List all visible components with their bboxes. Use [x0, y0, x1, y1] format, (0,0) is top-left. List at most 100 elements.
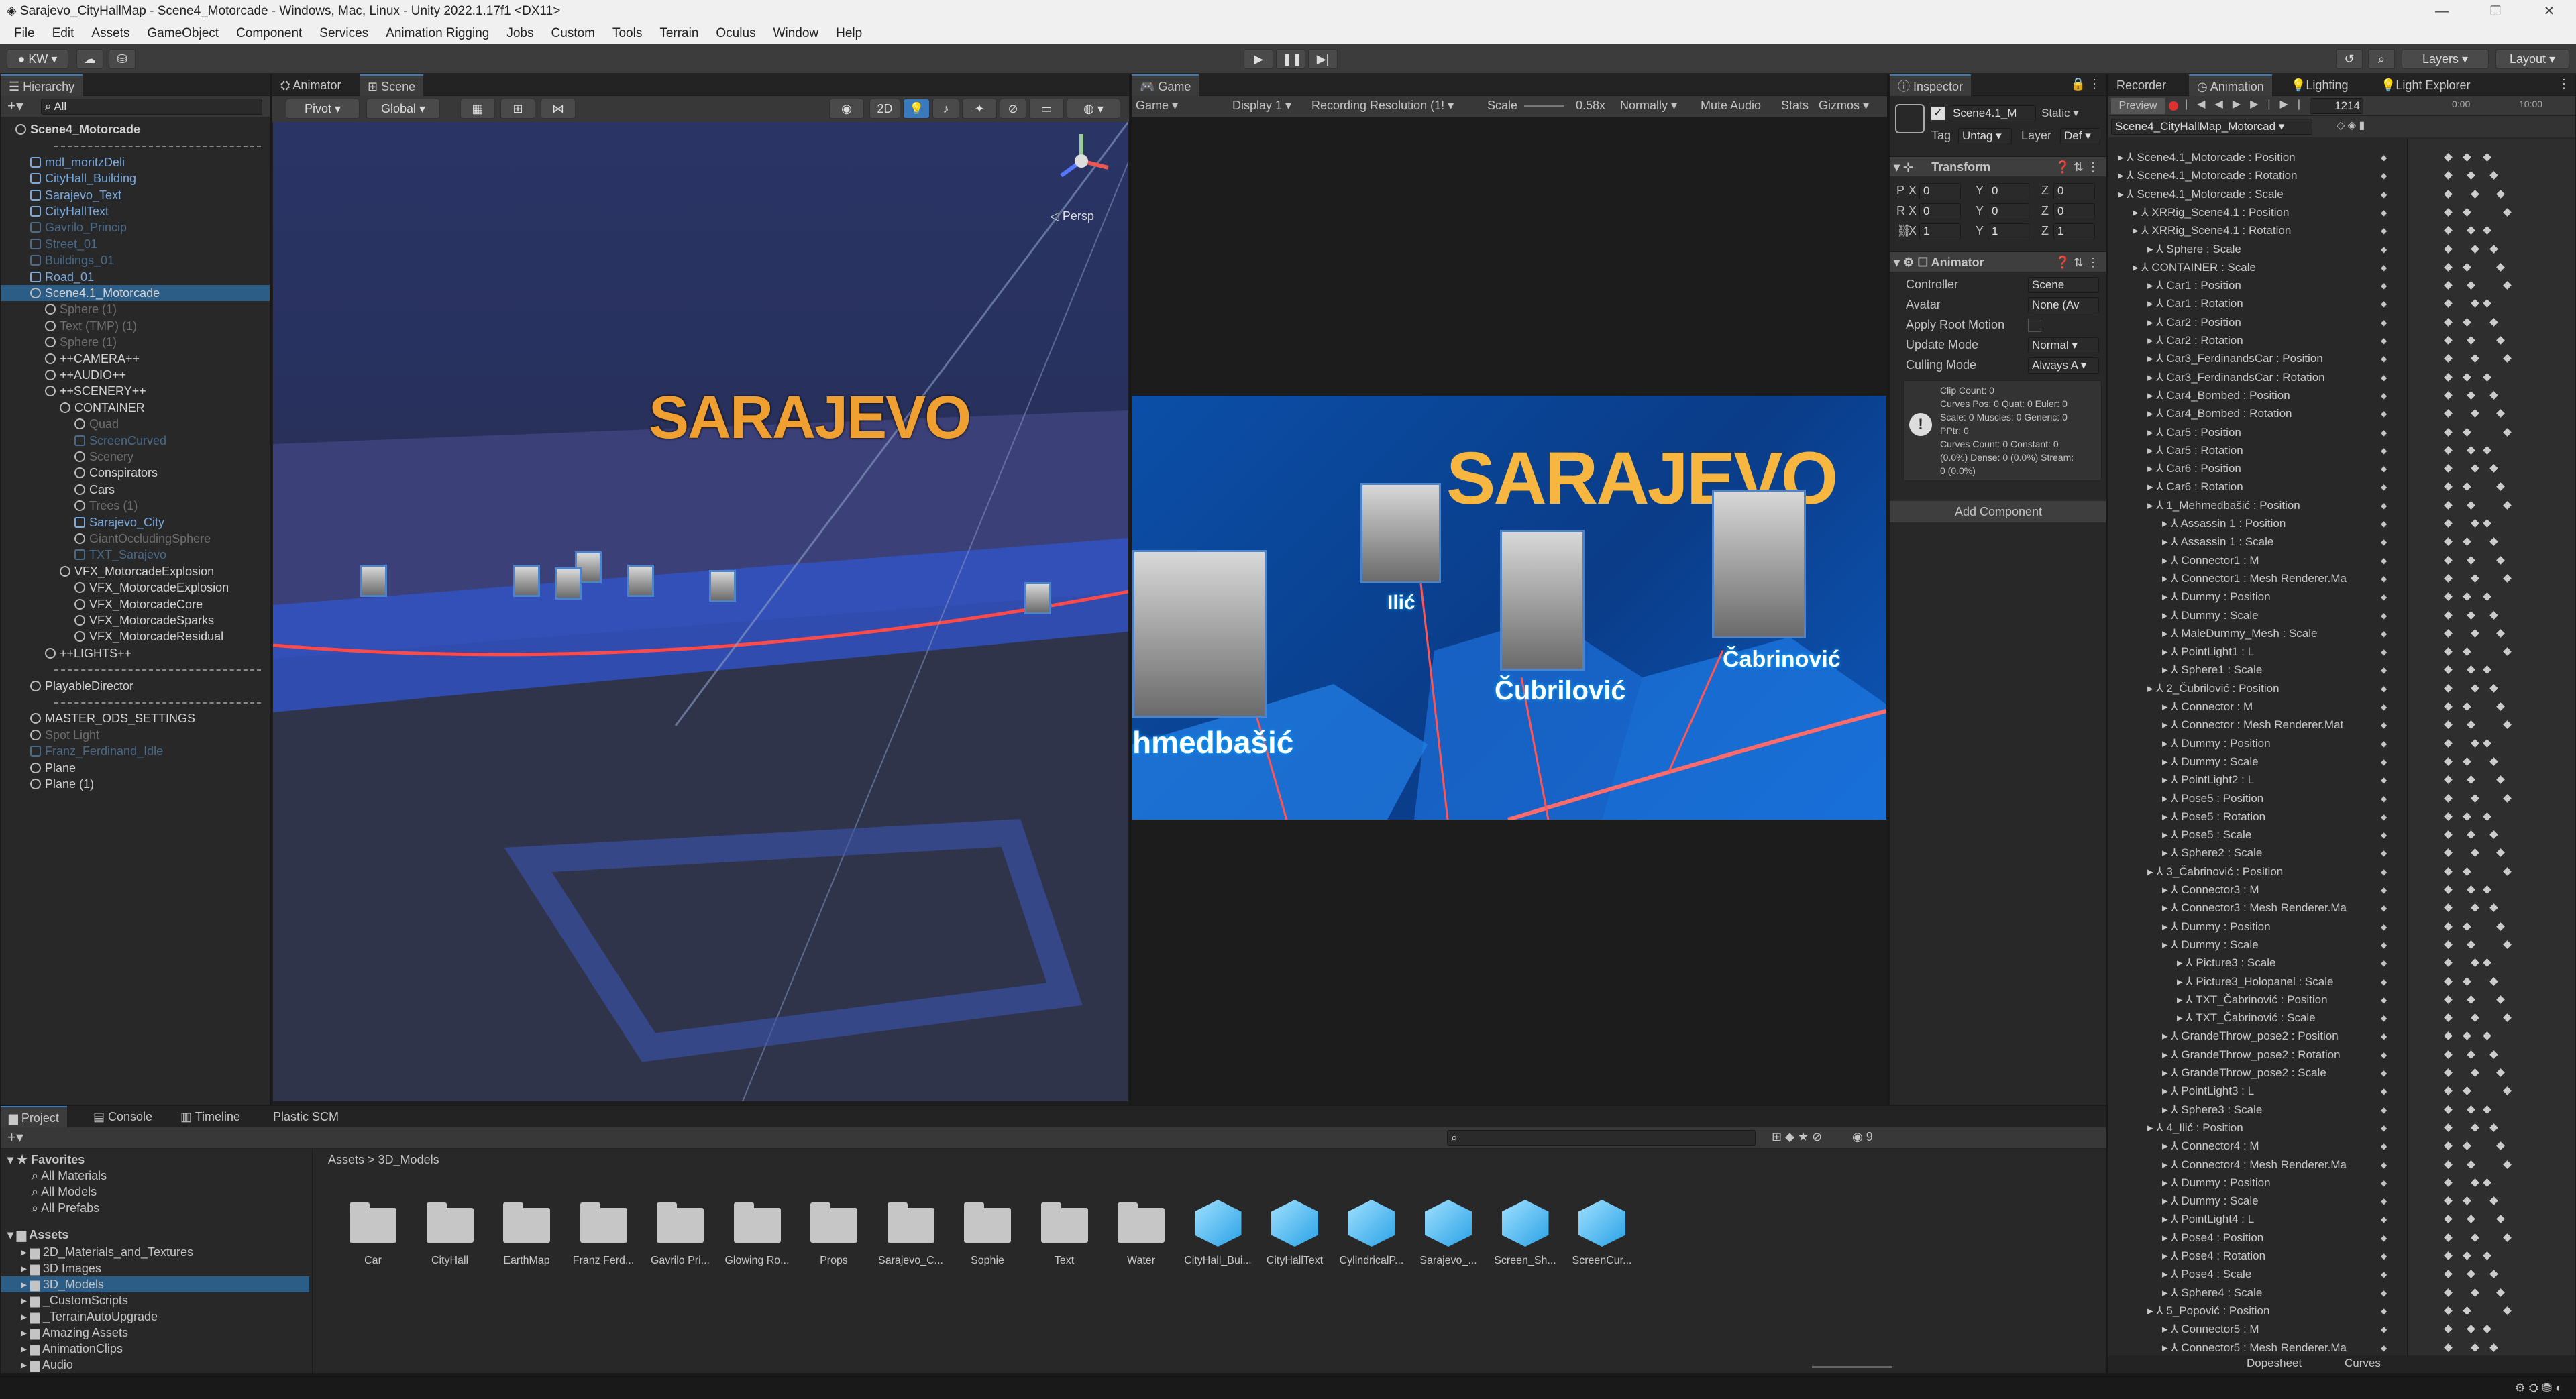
hierarchy-item[interactable]: VFX_MotorcadeCore [1, 596, 270, 612]
menu-help[interactable]: Help [827, 23, 871, 44]
keyframe-marker[interactable] [2444, 720, 2453, 730]
keyframe-marker[interactable] [2471, 683, 2479, 693]
add-keyframe-icon[interactable]: ◆ [2381, 1160, 2387, 1170]
add-keyframe-icon[interactable]: ◆ [2381, 574, 2387, 583]
keyframe-marker[interactable] [2496, 262, 2505, 272]
project-asset[interactable]: Sarajevo_... [1411, 1180, 1485, 1287]
keyframe-marker[interactable] [2444, 208, 2453, 217]
keyframe-marker[interactable] [2444, 244, 2453, 254]
filter-icons[interactable]: ⊞ ◆ ★ ⊘ [1772, 1130, 1822, 1144]
keyframe-marker[interactable] [2444, 940, 2453, 949]
asset-folder[interactable]: ▸ ▆ Audio [1, 1357, 309, 1373]
lighting-icon[interactable]: 💡 [903, 99, 930, 119]
keyframe-marker[interactable] [2463, 372, 2471, 382]
keyframe-marker[interactable] [2444, 812, 2453, 821]
keyframe-marker[interactable] [2444, 1343, 2453, 1352]
keyframe-marker[interactable] [2444, 336, 2453, 345]
add-keyframe-icon[interactable]: ◆ [2381, 1288, 2387, 1298]
kebab-menu-icon[interactable]: ⋮ [2558, 77, 2570, 91]
add-keyframe-icon[interactable]: ◆ [2381, 1013, 2387, 1023]
tab-timeline[interactable]: ▥ Timeline [172, 1106, 248, 1127]
keyframe-marker[interactable] [2489, 171, 2498, 180]
keyframe-marker[interactable] [2444, 738, 2453, 748]
asset-folder[interactable]: ▸ ▆ Amazing Assets [1, 1325, 309, 1341]
pause-button[interactable]: ❚❚ [1276, 49, 1305, 69]
keyframe-marker[interactable] [2467, 1160, 2475, 1169]
keyframe-marker[interactable] [2496, 189, 2505, 199]
keyframe-marker[interactable] [2467, 391, 2475, 400]
project-asset[interactable]: Screen_Sh... [1489, 1180, 1562, 1287]
culling-mode-dropdown[interactable]: Always A ▾ [2028, 357, 2099, 374]
keyframe-marker[interactable] [2489, 683, 2498, 693]
keyframe-marker[interactable] [2467, 1325, 2475, 1334]
add-keyframe-icon[interactable]: ◆ [2381, 391, 2387, 400]
keyframe-marker[interactable] [2483, 226, 2491, 235]
animation-track[interactable]: ▸ ⅄ Car6 : Position [2108, 459, 2404, 478]
add-keyframe-icon[interactable]: ◆ [2381, 336, 2387, 345]
animation-track[interactable]: ▸ ⅄ Connector4 : Mesh Renderer.Ma [2108, 1156, 2404, 1174]
layout-dropdown[interactable]: Layout ▾ [2496, 49, 2569, 69]
animation-track[interactable]: ▸ ⅄ Connector1 : Mesh Renderer.Ma [2108, 569, 2404, 587]
icon-size-slider[interactable] [1812, 1366, 1892, 1368]
tab-lighting[interactable]: 💡Lighting [2283, 74, 2356, 96]
active-checkbox[interactable]: ✓ [1931, 107, 1945, 120]
keyframe-marker[interactable] [2463, 1086, 2471, 1096]
add-keyframe-icon[interactable]: ◆ [2381, 1270, 2387, 1279]
draw-mode-icon[interactable]: ◉ [829, 99, 864, 119]
menu-edit[interactable]: Edit [44, 23, 83, 44]
project-asset[interactable]: Sophie [951, 1180, 1024, 1287]
keyframe-marker[interactable] [2503, 1160, 2512, 1169]
asset-folder[interactable]: ▸ ▆ 2D_Materials_and_Textures [1, 1244, 309, 1260]
keyframe-marker[interactable] [2503, 281, 2512, 290]
add-keyframe-icon[interactable]: ◆ [2381, 190, 2387, 199]
keyframe-marker[interactable] [2444, 409, 2453, 418]
keyframe-marker[interactable] [2463, 1141, 2471, 1151]
tab-console[interactable]: ▤ Console [85, 1106, 160, 1127]
keyframe-marker[interactable] [2489, 903, 2498, 913]
add-keyframe-icon[interactable]: ◆ [2381, 428, 2387, 437]
animation-track[interactable]: ▸ ⅄ Dummy : Position [2108, 1174, 2404, 1192]
add-keyframe-icon[interactable]: ◆ [2381, 1123, 2387, 1133]
hierarchy-item[interactable]: ScreenCurved [1, 433, 270, 449]
keyframe-marker[interactable] [2467, 885, 2475, 894]
keyframe-marker[interactable] [2444, 665, 2453, 675]
project-asset[interactable]: Water [1104, 1180, 1178, 1287]
add-keyframe-icon[interactable]: ◆ [2381, 263, 2387, 272]
keyframe-marker[interactable] [2489, 610, 2498, 620]
animation-track[interactable]: ▸ ⅄ Connector : Mesh Renderer.Mat [2108, 716, 2404, 734]
keyframe-marker[interactable] [2444, 866, 2453, 876]
keyframe-marker[interactable] [2463, 1196, 2471, 1205]
project-asset[interactable]: Sarajevo_C... [874, 1180, 948, 1287]
keyframe-marker[interactable] [2444, 1013, 2453, 1022]
play-focus-dropdown[interactable]: Normally ▾ [1620, 99, 1694, 113]
keyframe-marker[interactable] [2444, 500, 2453, 510]
keyframe-marker[interactable] [2463, 921, 2471, 931]
display-dropdown[interactable]: Display 1 ▾ [1232, 99, 1306, 113]
hierarchy-item[interactable]: Text (TMP) (1) [1, 318, 270, 334]
keyframe-marker[interactable] [2471, 1343, 2479, 1352]
favorite-item[interactable]: ⌕ All Prefabs [32, 1201, 99, 1215]
maximize-icon[interactable]: ☐ [2469, 0, 2522, 23]
menu-component[interactable]: Component [227, 23, 311, 44]
project-asset[interactable]: Franz Ferd... [567, 1180, 641, 1287]
animation-track[interactable]: ▸ ⅄ Dummy : Position [2108, 917, 2404, 936]
component-menu-icon[interactable]: ❓ ⇅ ⋮ [2055, 157, 2100, 177]
animation-track[interactable]: ▸ ⅄ CONTAINER : Scale [2108, 258, 2404, 276]
keyframe-marker[interactable] [2444, 830, 2453, 839]
keyframe-marker[interactable] [2471, 409, 2479, 418]
animation-track[interactable]: ▸ ⅄ Sphere3 : Scale [2108, 1101, 2404, 1119]
keyframe-marker[interactable] [2444, 1141, 2453, 1151]
tab-game[interactable]: 🎮 Game [1132, 74, 1199, 96]
pivot-dropdown[interactable]: Pivot ▾ [286, 99, 360, 119]
minimize-icon[interactable]: — [2415, 0, 2469, 23]
keyframe-marker[interactable] [2489, 391, 2498, 400]
keyframe-marker[interactable] [2503, 500, 2512, 510]
animation-track[interactable]: ▸ ⅄ Car2 : Rotation [2108, 331, 2404, 349]
keyframe-marker[interactable] [2471, 628, 2479, 638]
add-keyframe-icon[interactable]: ◆ [2381, 885, 2387, 895]
keyframe-marker[interactable] [2444, 574, 2453, 583]
tab-animation[interactable]: ◷ Animation [2189, 74, 2272, 96]
keyframe-marker[interactable] [2483, 592, 2491, 602]
add-keyframe-icon[interactable]: ◆ [2381, 794, 2387, 803]
project-asset[interactable]: CityHallText [1258, 1180, 1332, 1287]
